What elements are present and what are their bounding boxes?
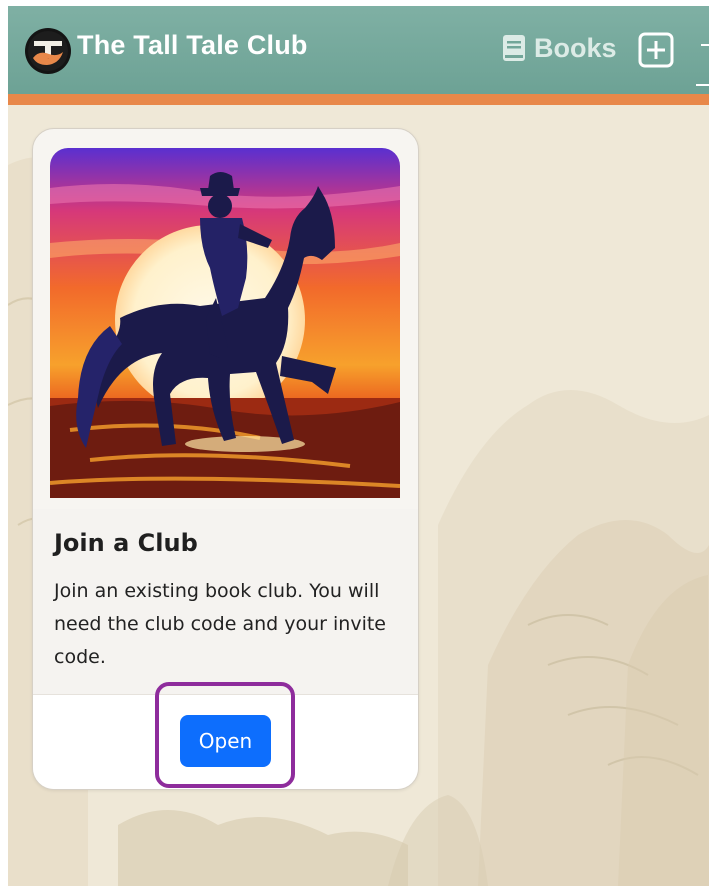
open-button[interactable]: Open (180, 715, 271, 767)
nav-overflow-item[interactable] (701, 44, 709, 46)
join-club-card: Join a Club Join an existing book club. … (32, 128, 419, 790)
nav-active-underline (696, 84, 709, 86)
top-navbar: T The Tall Tale Club Books (8, 6, 709, 94)
card-description: Join an existing book club. You will nee… (54, 580, 386, 668)
nav-books-link[interactable]: Books (502, 30, 617, 66)
club-logo-icon[interactable]: T (25, 28, 71, 74)
cowboy-sunset-image (50, 148, 400, 498)
app-window: T The Tall Tale Club Books Join a Club J… (8, 6, 709, 886)
brand-title[interactable]: The Tall Tale Club (77, 30, 308, 61)
plus-square-icon[interactable] (638, 32, 674, 68)
card-title: Join a Club (54, 529, 198, 557)
navbar-accent-stripe (8, 94, 709, 105)
book-icon (503, 35, 525, 61)
nav-books-label: Books (534, 32, 617, 63)
